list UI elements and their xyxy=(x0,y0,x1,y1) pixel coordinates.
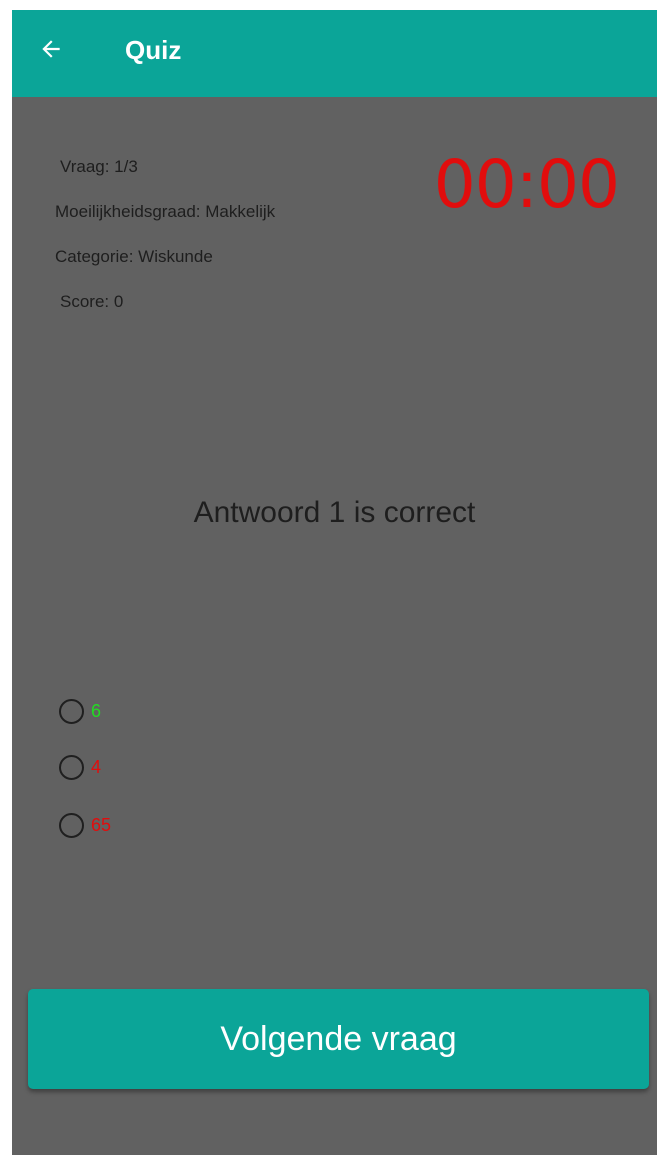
question-counter: Vraag: 1/3 xyxy=(60,157,138,176)
answer-option-label: 4 xyxy=(91,756,102,777)
answer-option-3[interactable]: 65 xyxy=(59,810,111,840)
answer-option-2[interactable]: 4 xyxy=(59,752,101,782)
quiz-screen: Quiz Vraag: 1/3 Moeilijkheidsgraad: Makk… xyxy=(12,10,657,1155)
answer-option-label: 65 xyxy=(91,814,112,835)
score-label: Score: 0 xyxy=(60,292,124,311)
answer-option-1[interactable]: 6 xyxy=(59,696,101,726)
radio-button[interactable] xyxy=(59,754,84,780)
countdown-timer: 00:00 xyxy=(433,146,620,223)
difficulty-label: Moeilijkheidsgraad: Makkelijk xyxy=(55,202,276,221)
answer-feedback: Antwoord 1 is correct xyxy=(193,496,476,529)
radio-button[interactable] xyxy=(59,812,84,838)
app-bar: Quiz xyxy=(12,10,657,97)
answer-option-label: 6 xyxy=(91,700,102,721)
next-question-button[interactable]: Volgende vraag xyxy=(28,989,649,1089)
app-title: Quiz xyxy=(125,35,182,65)
radio-button[interactable] xyxy=(59,698,84,724)
category-label: Categorie: Wiskunde xyxy=(55,247,213,266)
arrow-left-icon[interactable] xyxy=(38,36,64,62)
